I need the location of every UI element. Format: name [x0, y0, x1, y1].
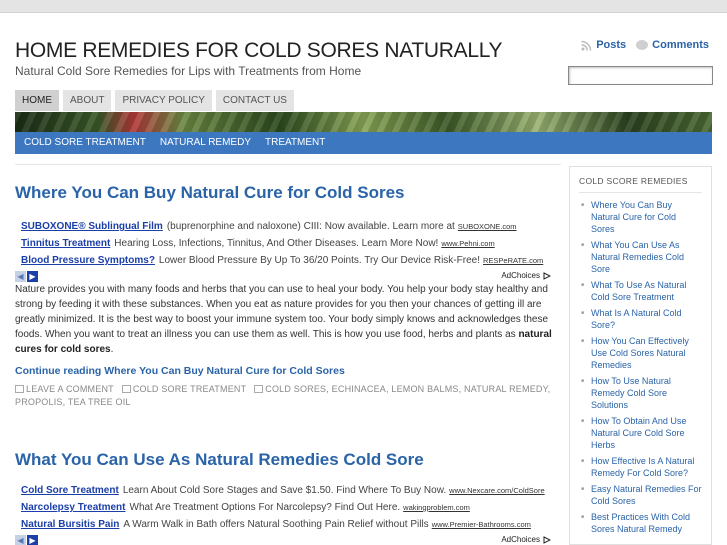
ad-navigation: ◀ ▶ AdChoices: [15, 533, 563, 545]
sidebar-post-link[interactable]: What You Can Use As Natural Remedies Col…: [579, 239, 702, 275]
nav-item-about[interactable]: ABOUT: [63, 90, 112, 111]
recent-posts-list: Where You Can Buy Natural Cure for Cold …: [579, 199, 702, 535]
sidebar-post-link[interactable]: Best Practices With Cold Sores Natural R…: [579, 511, 702, 535]
ad-unit: Narcolepsy Treatment What Are Treatment …: [15, 499, 563, 516]
sidebar-post-link[interactable]: How To Obtain And Use Natural Cure Cold …: [579, 415, 702, 451]
nav-item-privacy-policy[interactable]: PRIVACY POLICY: [115, 90, 212, 111]
ad-text: What Are Treatment Options For Narcoleps…: [129, 502, 401, 513]
ad-url-link[interactable]: www.Nexcare.com/ColdSore: [449, 484, 544, 497]
category-nav: COLD SORE TREATMENT NATURAL REMEDY TREAT…: [15, 132, 712, 154]
category-natural-remedy[interactable]: NATURAL REMEDY: [153, 132, 258, 154]
search-input[interactable]: [568, 66, 713, 85]
ad-headline-link[interactable]: Narcolepsy Treatment: [21, 501, 126, 514]
ad-url-link[interactable]: www.Premier-Bathrooms.com: [432, 518, 531, 531]
post-category-link[interactable]: COLD SORE TREATMENT: [133, 384, 246, 394]
category-treatment[interactable]: TREATMENT: [258, 132, 332, 154]
site-description: Natural Cold Sore Remedies for Lips with…: [15, 64, 362, 78]
sidebar-post-link[interactable]: Easy Natural Remedies For Cold Sores: [579, 483, 702, 507]
ad-prev-arrow-icon[interactable]: ◀: [15, 534, 26, 545]
posts-feed-link[interactable]: Posts: [581, 39, 626, 51]
ad-url-link[interactable]: www.Pehni.com: [441, 237, 494, 250]
ad-text: A Warm Walk in Bath offers Natural Sooth…: [123, 519, 429, 530]
ad-unit: Blood Pressure Symptoms? Lower Blood Pre…: [15, 252, 563, 269]
adchoices-icon: [543, 535, 551, 544]
ad-url-link[interactable]: wakingproblem.com: [403, 501, 470, 514]
leave-comment-link[interactable]: LEAVE A COMMENT: [26, 384, 114, 394]
post: Where You Can Buy Natural Cure for Cold …: [15, 183, 563, 409]
feed-links: Posts Comments: [581, 39, 709, 51]
ad-unit: SUBOXONE® Sublingual Film (buprenorphine…: [15, 218, 563, 235]
post-body-end: .: [110, 344, 114, 355]
sidebar-widget: COLD SCORE REMEDIES Where You Can Buy Na…: [569, 166, 712, 545]
ad-next-arrow-icon[interactable]: ▶: [27, 534, 38, 545]
comments-feed-label: Comments: [652, 39, 709, 51]
post-meta: LEAVE A COMMENT COLD SORE TREATMENT COLD…: [15, 383, 563, 409]
ad-text: Hearing Loss, Infections, Tinnitus, And …: [114, 238, 439, 249]
ad-text: Learn About Cold Sore Stages and Save $1…: [122, 485, 447, 496]
site-title[interactable]: HOME REMEDIES FOR COLD SORES NATURALLY: [15, 39, 503, 63]
sidebar-post-link[interactable]: What Is A Natural Cold Sore?: [579, 307, 702, 331]
sidebar-post-link[interactable]: How Effective Is A Natural Remedy For Co…: [579, 455, 702, 479]
ad-text: Lower Blood Pressure By Up To 36/20 Poin…: [158, 255, 480, 266]
sidebar-title: COLD SCORE REMEDIES: [579, 176, 702, 193]
nav-item-home[interactable]: HOME: [15, 90, 59, 111]
adchoices-label: AdChoices: [501, 271, 540, 280]
main-nav: HOME ABOUT PRIVACY POLICY CONTACT US: [15, 90, 294, 111]
ad-unit: Tinnitus Treatment Hearing Loss, Infecti…: [15, 235, 563, 252]
adchoices-icon: [543, 271, 551, 280]
category-cold-sore-treatment[interactable]: COLD SORE TREATMENT: [17, 132, 153, 154]
browser-top-bar: [0, 0, 727, 13]
ad-navigation: ◀ ▶ AdChoices: [15, 269, 563, 282]
tag-icon: [254, 385, 264, 393]
ad-unit: Natural Bursitis Pain A Warm Walk in Bat…: [15, 516, 563, 533]
ad-next-arrow-icon[interactable]: ▶: [27, 270, 38, 282]
post: What You Can Use As Natural Remedies Col…: [15, 450, 563, 545]
ad-headline-link[interactable]: Blood Pressure Symptoms?: [21, 254, 155, 267]
post-body-text: Nature provides you with many foods and …: [15, 284, 549, 340]
ad-headline-link[interactable]: Tinnitus Treatment: [21, 237, 110, 250]
ad-headline-link[interactable]: Natural Bursitis Pain: [21, 518, 119, 531]
sidebar-post-link[interactable]: What To Use As Natural Cold Sore Treatme…: [579, 279, 702, 303]
ad-unit: Cold Sore Treatment Learn About Cold Sor…: [15, 482, 563, 499]
ad-url-link[interactable]: SUBOXONE.com: [458, 220, 517, 233]
ad-url-link[interactable]: RESPeRATE.com: [483, 254, 543, 267]
ad-prev-arrow-icon[interactable]: ◀: [15, 270, 26, 282]
post-body: Nature provides you with many foods and …: [15, 282, 563, 357]
adchoices-link[interactable]: AdChoices: [501, 535, 551, 544]
adchoices-link[interactable]: AdChoices: [501, 271, 551, 280]
comment-icon: [15, 385, 24, 393]
header-banner-image: [15, 112, 712, 132]
content-divider: [15, 164, 561, 165]
rss-icon: [581, 40, 592, 51]
sidebar-post-link[interactable]: Where You Can Buy Natural Cure for Cold …: [579, 199, 702, 235]
comment-bubble-icon: [636, 40, 649, 50]
continue-reading-link[interactable]: Continue reading Where You Can Buy Natur…: [15, 365, 563, 377]
post-title[interactable]: Where You Can Buy Natural Cure for Cold …: [15, 183, 563, 203]
nav-item-contact-us[interactable]: CONTACT US: [215, 90, 294, 111]
ad-headline-link[interactable]: SUBOXONE® Sublingual Film: [21, 220, 163, 233]
ad-text: (buprenorphine and naloxone) CIII: Now a…: [166, 221, 455, 232]
sidebar-post-link[interactable]: How To Use Natural Remedy Cold Sore Solu…: [579, 375, 702, 411]
ad-headline-link[interactable]: Cold Sore Treatment: [21, 484, 119, 497]
comments-feed-link[interactable]: Comments: [636, 39, 709, 51]
folder-icon: [121, 385, 131, 393]
sidebar-post-link[interactable]: How You Can Effectively Use Cold Sores N…: [579, 335, 702, 371]
posts-feed-label: Posts: [596, 39, 627, 51]
adchoices-label: AdChoices: [501, 535, 540, 544]
post-title[interactable]: What You Can Use As Natural Remedies Col…: [15, 450, 563, 470]
